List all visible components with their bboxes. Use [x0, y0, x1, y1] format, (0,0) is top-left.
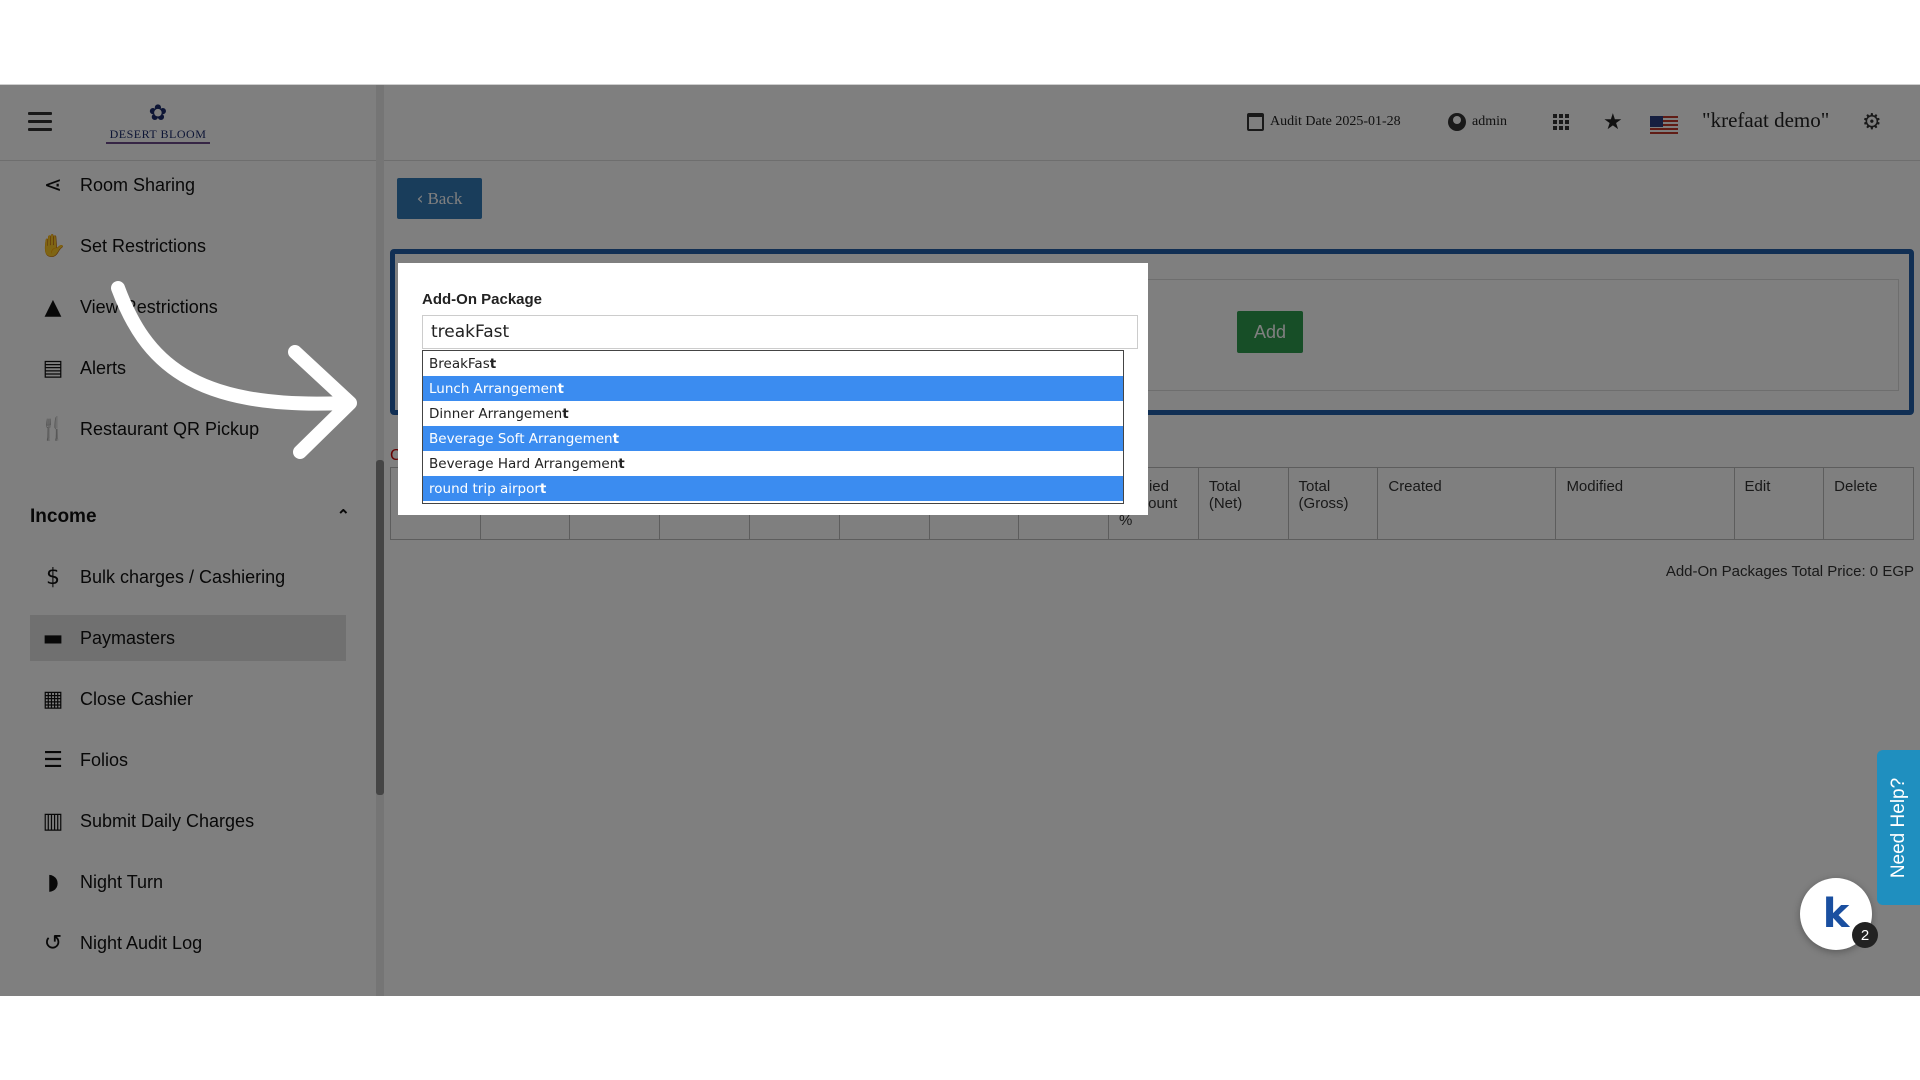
- option-text: BreakFas: [429, 355, 490, 372]
- option-text: Beverage Soft Arrangemen: [429, 430, 613, 447]
- dropdown-option[interactable]: Lunch Arrangemen t: [423, 376, 1123, 401]
- dropdown-option[interactable]: round trip airpor t: [423, 476, 1123, 501]
- need-help-tab[interactable]: Need Help?: [1877, 750, 1920, 905]
- notification-badge: 2: [1852, 922, 1878, 948]
- option-text: round trip airpor: [429, 480, 540, 497]
- add-on-package-label: Add-On Package: [422, 291, 543, 308]
- option-text: Lunch Arrangemen: [429, 380, 558, 397]
- dropdown-option[interactable]: Beverage Soft Arrangemen t: [423, 426, 1123, 451]
- modal-overlay[interactable]: [0, 85, 1920, 996]
- option-match: t: [562, 405, 569, 422]
- option-match: t: [489, 355, 497, 372]
- option-match: t: [557, 380, 564, 397]
- option-match: t: [612, 430, 620, 447]
- screenshot-stage: { "topbar": { "logo_text": "DESERT BLOOM…: [0, 0, 1920, 1080]
- add-on-package-popup: Add-On Package BreakFast Lunch Arrangeme…: [398, 263, 1148, 515]
- option-text: Dinner Arrangemen: [429, 405, 563, 422]
- add-on-package-input[interactable]: [422, 315, 1138, 349]
- dropdown-option[interactable]: Dinner Arrangemen t: [423, 401, 1123, 426]
- chat-bubble[interactable]: k 2: [1800, 878, 1878, 950]
- dropdown-option[interactable]: BreakFas t: [423, 351, 1123, 376]
- option-match: t: [618, 455, 625, 472]
- k-logo-icon: k: [1822, 891, 1850, 937]
- autocomplete-dropdown[interactable]: BreakFas t Lunch Arrangemen t Dinner Arran…: [422, 350, 1124, 504]
- app-window: ✿ DESERT BLOOM Audit Date 2025-01-28 adm…: [0, 84, 1920, 996]
- dropdown-option[interactable]: Beverage Hard Arrangemen t: [423, 451, 1123, 476]
- option-text: Beverage Hard Arrangemen: [429, 455, 619, 472]
- need-help-label: Need Help?: [1887, 777, 1909, 878]
- option-match: t: [539, 480, 547, 497]
